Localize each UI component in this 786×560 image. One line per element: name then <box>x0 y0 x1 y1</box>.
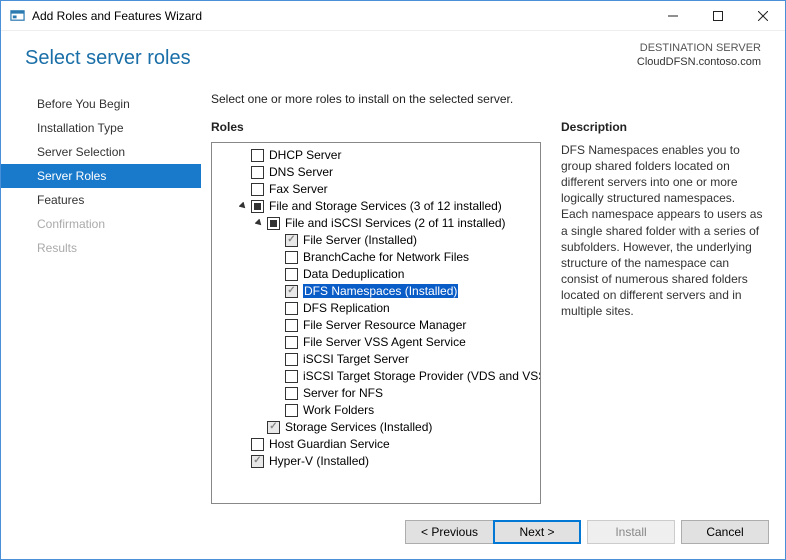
role-tree-item[interactable]: iSCSI Target Storage Provider (VDS and V… <box>212 368 540 385</box>
role-checkbox[interactable] <box>285 285 298 298</box>
wizard-window: Add Roles and Features Wizard Select ser… <box>0 0 786 560</box>
role-checkbox[interactable] <box>267 217 280 230</box>
role-label: Work Folders <box>303 403 374 417</box>
role-checkbox[interactable] <box>285 234 298 247</box>
destination-block: DESTINATION SERVER CloudDFSN.contoso.com <box>637 41 761 70</box>
role-tree-item[interactable]: Server for NFS <box>212 385 540 402</box>
role-tree-item[interactable]: Work Folders <box>212 402 540 419</box>
role-checkbox[interactable] <box>251 200 264 213</box>
body: Before You BeginInstallation TypeServer … <box>1 74 785 504</box>
description-heading: Description <box>561 120 765 134</box>
role-tree-item[interactable]: Host Guardian Service <box>212 436 540 453</box>
role-label: Server for NFS <box>303 386 383 400</box>
role-checkbox[interactable] <box>285 268 298 281</box>
role-label: iSCSI Target Server <box>303 352 409 366</box>
role-label: Data Deduplication <box>303 267 404 281</box>
role-label: Fax Server <box>269 182 328 196</box>
role-label: Host Guardian Service <box>269 437 390 451</box>
role-tree-item[interactable]: Data Deduplication <box>212 266 540 283</box>
roles-tree-container: DHCP Server DNS Server Fax Server File and … <box>211 142 541 504</box>
wizard-step[interactable]: Before You Begin <box>1 92 201 116</box>
role-label: iSCSI Target Storage Provider (VDS and V… <box>303 369 540 383</box>
footer: < Previous Next > Install Cancel <box>1 504 785 559</box>
role-checkbox[interactable] <box>251 183 264 196</box>
window-title: Add Roles and Features Wizard <box>32 9 650 23</box>
role-label: Storage Services (Installed) <box>285 420 432 434</box>
role-checkbox[interactable] <box>267 421 280 434</box>
roles-heading: Roles <box>211 120 541 134</box>
destination-server-name: CloudDFSN.contoso.com <box>637 55 761 69</box>
role-checkbox[interactable] <box>285 319 298 332</box>
wizard-step[interactable]: Server Selection <box>1 140 201 164</box>
role-checkbox[interactable] <box>285 370 298 383</box>
role-checkbox[interactable] <box>251 455 264 468</box>
role-checkbox[interactable] <box>285 251 298 264</box>
role-label: File and Storage Services (3 of 12 insta… <box>269 199 502 213</box>
role-checkbox[interactable] <box>285 387 298 400</box>
wizard-step[interactable]: Features <box>1 188 201 212</box>
page-title: Select server roles <box>25 47 191 70</box>
cancel-button[interactable]: Cancel <box>681 520 769 544</box>
role-label: DFS Namespaces (Installed) <box>303 284 458 298</box>
role-checkbox[interactable] <box>285 353 298 366</box>
close-button[interactable] <box>740 1 785 30</box>
role-tree-item[interactable]: Hyper-V (Installed) <box>212 453 540 470</box>
roles-tree[interactable]: DHCP Server DNS Server Fax Server File and … <box>212 143 540 503</box>
role-tree-item[interactable]: File Server Resource Manager <box>212 317 540 334</box>
role-label: BranchCache for Network Files <box>303 250 469 264</box>
app-icon <box>9 7 26 24</box>
minimize-button[interactable] <box>650 1 695 30</box>
next-button[interactable]: Next > <box>493 520 581 544</box>
role-checkbox[interactable] <box>285 336 298 349</box>
destination-label: DESTINATION SERVER <box>637 41 761 55</box>
role-label: Hyper-V (Installed) <box>269 454 369 468</box>
install-button: Install <box>587 520 675 544</box>
collapse-icon[interactable] <box>252 219 267 228</box>
titlebar: Add Roles and Features Wizard <box>1 1 785 31</box>
role-tree-item[interactable]: DFS Replication <box>212 300 540 317</box>
role-label: File Server (Installed) <box>303 233 417 247</box>
main-panel: Select one or more roles to install on t… <box>201 74 785 504</box>
role-label: DFS Replication <box>303 301 390 315</box>
role-tree-item[interactable]: File and iSCSI Services (2 of 11 install… <box>212 215 540 232</box>
wizard-step[interactable]: Installation Type <box>1 116 201 140</box>
description-text: DFS Namespaces enables you to group shar… <box>561 142 765 320</box>
role-tree-item[interactable]: iSCSI Target Server <box>212 351 540 368</box>
wizard-step: Results <box>1 236 201 260</box>
header: Select server roles DESTINATION SERVER C… <box>1 31 785 74</box>
role-label: File Server VSS Agent Service <box>303 335 466 349</box>
wizard-step: Confirmation <box>1 212 201 236</box>
role-label: File Server Resource Manager <box>303 318 466 332</box>
role-tree-item[interactable]: DFS Namespaces (Installed) <box>212 283 540 300</box>
role-tree-item[interactable]: DNS Server <box>212 164 540 181</box>
role-tree-item[interactable]: File Server VSS Agent Service <box>212 334 540 351</box>
role-checkbox[interactable] <box>251 438 264 451</box>
role-label: DHCP Server <box>269 148 341 162</box>
previous-button[interactable]: < Previous <box>405 520 493 544</box>
role-tree-item[interactable]: File and Storage Services (3 of 12 insta… <box>212 198 540 215</box>
role-checkbox[interactable] <box>251 149 264 162</box>
role-tree-item[interactable]: File Server (Installed) <box>212 232 540 249</box>
role-label: File and iSCSI Services (2 of 11 install… <box>285 216 506 230</box>
role-checkbox[interactable] <box>251 166 264 179</box>
role-tree-item[interactable]: DHCP Server <box>212 147 540 164</box>
wizard-steps-sidebar: Before You BeginInstallation TypeServer … <box>1 74 201 504</box>
wizard-step[interactable]: Server Roles <box>1 164 201 188</box>
role-tree-item[interactable]: Storage Services (Installed) <box>212 419 540 436</box>
collapse-icon[interactable] <box>236 202 251 211</box>
role-tree-item[interactable]: BranchCache for Network Files <box>212 249 540 266</box>
role-checkbox[interactable] <box>285 404 298 417</box>
role-checkbox[interactable] <box>285 302 298 315</box>
instruction-text: Select one or more roles to install on t… <box>211 92 765 106</box>
maximize-button[interactable] <box>695 1 740 30</box>
role-tree-item[interactable]: Fax Server <box>212 181 540 198</box>
role-label: DNS Server <box>269 165 333 179</box>
